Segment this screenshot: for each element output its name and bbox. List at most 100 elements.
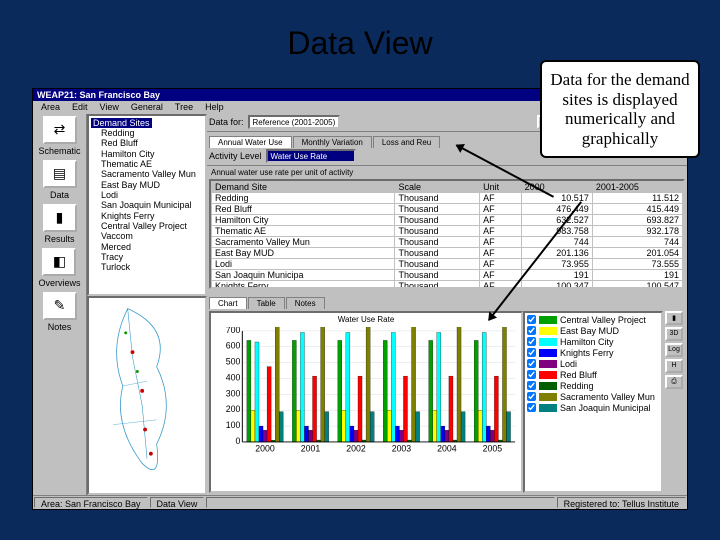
chart-side-button[interactable]: Log <box>665 343 683 357</box>
tree-item[interactable]: Tracy <box>91 252 203 262</box>
tree-item[interactable]: Turlock <box>91 262 203 272</box>
legend-item[interactable]: Red Bluff <box>527 370 659 380</box>
table-row[interactable]: Knights FerryThousandAF100.347100.547 <box>212 280 683 289</box>
tree-item[interactable]: Merced <box>91 242 203 252</box>
cell: AF <box>480 225 521 236</box>
svg-text:300: 300 <box>226 388 241 398</box>
tab-table[interactable]: Table <box>248 297 285 309</box>
cell: Thousand <box>395 280 480 289</box>
nav-schematic[interactable]: ⇄Schematic <box>38 116 80 156</box>
menu-tree[interactable]: Tree <box>169 101 199 113</box>
table-row[interactable]: ReddingThousandAF10.51711.512 <box>212 192 683 203</box>
cell: AF <box>480 203 521 214</box>
col-header[interactable]: Unit <box>480 181 521 192</box>
cell: Lodi <box>212 258 395 269</box>
menu-help[interactable]: Help <box>199 101 230 113</box>
scenario-combo[interactable]: Reference (2001-2005) <box>248 115 341 129</box>
legend-item[interactable]: Redding <box>527 381 659 391</box>
cell: 201.054 <box>592 247 682 258</box>
tree-item[interactable]: Redding <box>91 128 203 138</box>
svg-text:2002: 2002 <box>346 443 366 453</box>
tab-loss and reu[interactable]: Loss and Reu <box>373 136 440 148</box>
table-row[interactable]: Thematic AEThousandAF983.758932.178 <box>212 225 683 236</box>
col-header[interactable]: Scale <box>395 181 480 192</box>
table-row[interactable]: East Bay MUDThousandAF201.136201.054 <box>212 247 683 258</box>
legend-item[interactable]: Lodi <box>527 359 659 369</box>
chart-side-button[interactable]: 3D <box>665 327 683 341</box>
legend-item[interactable]: Hamilton City <box>527 337 659 347</box>
variable-combo[interactable]: Water Use Rate <box>266 149 356 163</box>
tree-item[interactable]: Knights Ferry <box>91 211 203 221</box>
menu-general[interactable]: General <box>125 101 169 113</box>
table-row[interactable]: San Joaquin MunicipaThousandAF191191 <box>212 269 683 280</box>
legend-checkbox[interactable] <box>527 370 536 379</box>
tree-selected[interactable]: Demand Sites <box>91 118 152 128</box>
tab-notes[interactable]: Notes <box>286 297 325 309</box>
cell: 744 <box>521 236 592 247</box>
legend-label: Sacramento Valley Mun <box>560 392 655 402</box>
legend-label: Central Valley Project <box>560 315 646 325</box>
legend-label: Lodi <box>560 359 577 369</box>
legend-checkbox[interactable] <box>527 348 536 357</box>
table-row[interactable]: Hamilton CityThousandAF632.527693.827 <box>212 214 683 225</box>
legend-checkbox[interactable] <box>527 337 536 346</box>
col-header[interactable]: Demand Site <box>212 181 395 192</box>
tab-monthly variation[interactable]: Monthly Variation <box>293 136 372 148</box>
table-row[interactable]: Sacramento Valley MunThousandAF744744 <box>212 236 683 247</box>
tree-item[interactable]: Central Valley Project <box>91 221 203 231</box>
nav-results[interactable]: ▮Results <box>43 204 77 244</box>
col-header[interactable]: 2001-2005 <box>592 181 682 192</box>
menu-area[interactable]: Area <box>35 101 66 113</box>
svg-text:2005: 2005 <box>483 443 503 453</box>
chart-side-button[interactable]: ⎙ <box>665 375 683 389</box>
cell: AF <box>480 214 521 225</box>
legend-item[interactable]: Sacramento Valley Mun <box>527 392 659 402</box>
tab-annual water use[interactable]: Annual Water Use <box>209 136 292 148</box>
menu-edit[interactable]: Edit <box>66 101 94 113</box>
tree-item[interactable]: Hamilton City <box>91 149 203 159</box>
table-row[interactable]: LodiThousandAF73.95573.555 <box>212 258 683 269</box>
cell: AF <box>480 236 521 247</box>
tree-item[interactable]: Thematic AE <box>91 159 203 169</box>
tree-item[interactable]: Sacramento Valley Mun <box>91 169 203 179</box>
tree-panel[interactable]: Demand SitesReddingRed BluffHamilton Cit… <box>87 114 207 296</box>
cell: AF <box>480 269 521 280</box>
cell: 11.512 <box>592 192 682 203</box>
cell: Thousand <box>395 214 480 225</box>
nav-data[interactable]: ▤Data <box>43 160 77 200</box>
cell: 693.827 <box>592 214 682 225</box>
left-nav: ⇄Schematic ▤Data ▮Results ◧Overviews ✎Notes <box>33 114 87 495</box>
map-panel[interactable] <box>87 296 207 495</box>
tree-item[interactable]: San Joaquin Municipal <box>91 200 203 210</box>
legend-item[interactable]: Knights Ferry <box>527 348 659 358</box>
chart-panel[interactable]: Water Use Rate 0100200300400500600700200… <box>209 311 523 493</box>
legend-checkbox[interactable] <box>527 381 536 390</box>
tree-item[interactable]: Vaccom <box>91 231 203 241</box>
data-icon: ▤ <box>43 160 77 188</box>
map-icon <box>89 298 205 493</box>
legend-item[interactable]: East Bay MUD <box>527 326 659 336</box>
tree-item[interactable]: Lodi <box>91 190 203 200</box>
legend-swatch <box>539 338 557 346</box>
cell: 744 <box>592 236 682 247</box>
chart-side-button[interactable]: ▮ <box>665 311 683 325</box>
nav-notes[interactable]: ✎Notes <box>43 292 77 332</box>
table-row[interactable]: Red BluffThousandAF476.449415.449 <box>212 203 683 214</box>
menu-view[interactable]: View <box>94 101 125 113</box>
legend-checkbox[interactable] <box>527 359 536 368</box>
chart-side-button[interactable]: H <box>665 359 683 373</box>
tree-item[interactable]: Red Bluff <box>91 138 203 148</box>
tree-item[interactable]: East Bay MUD <box>91 180 203 190</box>
legend-checkbox[interactable] <box>527 392 536 401</box>
legend-item[interactable]: Central Valley Project <box>527 315 659 325</box>
legend-checkbox[interactable] <box>527 403 536 412</box>
chart-legend[interactable]: Central Valley ProjectEast Bay MUDHamilt… <box>523 311 663 493</box>
tab-chart[interactable]: Chart <box>209 297 247 309</box>
nav-label: Results <box>44 234 74 244</box>
nav-overviews[interactable]: ◧Overviews <box>38 248 80 288</box>
cell: Thousand <box>395 192 480 203</box>
legend-checkbox[interactable] <box>527 326 536 335</box>
data-table[interactable]: Demand SiteScaleUnit20002001-2005Redding… <box>209 179 685 289</box>
legend-checkbox[interactable] <box>527 315 536 324</box>
legend-item[interactable]: San Joaquin Municipal <box>527 403 659 413</box>
